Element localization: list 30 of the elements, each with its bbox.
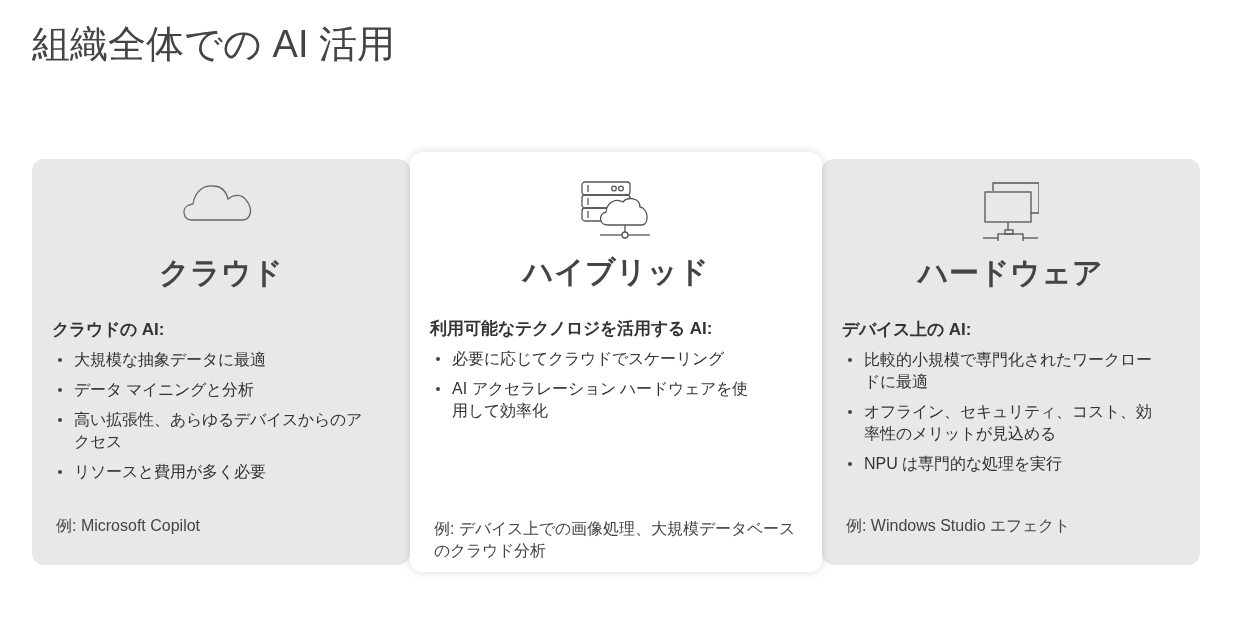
- computer-network-icon: [982, 181, 1039, 241]
- server-cloud-icon: [580, 180, 652, 240]
- card-heading: クラウド: [158, 255, 285, 291]
- example-text: 例: デバイス上での画像処理、大規模データベースのクラウド分析: [433, 519, 796, 561]
- bullet-icon: [847, 358, 852, 362]
- example-text: 例: Microsoft Copilot: [55, 516, 202, 536]
- bullet-icon: [58, 358, 62, 362]
- example-text: 例: Windows Studio エフェクト: [844, 516, 1071, 536]
- card-subheading: クラウドの AI:: [52, 319, 166, 341]
- bullet-text: オフライン、セキュリティ、コスト、効率性のメリットが見込める: [863, 402, 1153, 444]
- bullet-text: データ マイニングと分析: [74, 380, 256, 400]
- bullet-text: 高い拡張性、あらゆるデバイスからのアクセス: [74, 410, 363, 452]
- page-title: 組織全体での AI 活用: [32, 22, 397, 67]
- bullet-icon: [58, 470, 62, 474]
- bullet-text: 比較的小規模で専門化されたワークロードに最適: [863, 350, 1153, 392]
- card-heading: ハードウェア: [915, 255, 1105, 291]
- bullet-text: 大規模な抽象データに最適: [74, 350, 267, 370]
- bullet-text: 必要に応じてクラウドでスケーリング: [452, 349, 726, 369]
- card-subheading: デバイス上の AI:: [841, 319, 973, 341]
- bullet-text: リソースと費用が多く必要: [74, 462, 267, 482]
- bullet-text: AI アクセラレーション ハードウェアを使用して効率化: [452, 379, 750, 421]
- card-subheading: 利用可能なテクノロジを活用する AI:: [430, 318, 714, 340]
- bullet-text: NPU は専門的な処理を実行: [863, 454, 1064, 474]
- bullet-icon: [436, 357, 441, 361]
- card-heading: ハイブリッド: [520, 254, 710, 290]
- bullet-icon: [436, 387, 441, 391]
- bullet-icon: [847, 462, 852, 466]
- bullet-icon: [847, 410, 852, 414]
- bullet-icon: [58, 418, 62, 422]
- bullet-icon: [58, 388, 62, 392]
